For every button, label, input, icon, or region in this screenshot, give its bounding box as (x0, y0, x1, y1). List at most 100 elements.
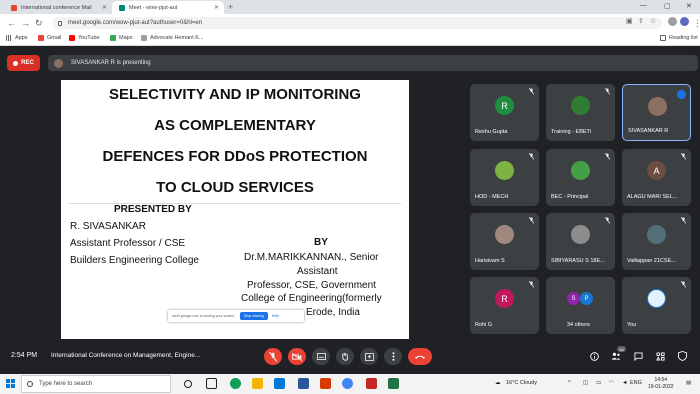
mic-off-icon (605, 88, 610, 95)
language-indicator[interactable]: ENG (630, 380, 642, 386)
author-role: Assistant Professor / CSE (70, 238, 186, 249)
presenting-text: SIVASANKAR R is presenting (71, 60, 151, 66)
participant-tile[interactable]: SIVASANKAR R (622, 84, 691, 141)
file-explorer-icon[interactable] (252, 378, 263, 389)
mic-off-icon (605, 153, 610, 160)
camera-toggle-button[interactable] (288, 348, 306, 365)
cortana-icon[interactable] (184, 380, 192, 388)
windows-start-icon[interactable] (6, 379, 15, 388)
close-icon[interactable]: ✕ (102, 4, 107, 11)
taskbar-search-input[interactable]: Type here to search (21, 375, 171, 393)
notifications-icon[interactable]: ▤ (686, 380, 691, 386)
others-tile[interactable]: S P 34 others (546, 277, 615, 334)
edge-icon[interactable] (230, 378, 241, 389)
mail-icon[interactable] (274, 378, 285, 389)
task-view-icon[interactable] (206, 378, 217, 389)
search-icon (27, 381, 33, 387)
chat-icon (633, 351, 643, 361)
avatar: R (495, 96, 514, 115)
slide-title-line: TO CLOUD SERVICES (156, 179, 314, 196)
word-icon[interactable] (298, 378, 309, 389)
office-icon[interactable] (320, 378, 331, 389)
stop-sharing-button[interactable]: Stop sharing (240, 312, 268, 320)
participant-tile[interactable]: BEC - Principal (546, 149, 615, 206)
taskbar-clock[interactable]: 14:54 19-01-2022 (648, 377, 674, 391)
bookmark-label: Advocate Hemant K... (150, 35, 204, 41)
weather-icon[interactable]: ☁ (495, 380, 501, 386)
raise-hand-button[interactable] (336, 348, 354, 365)
tab-meet[interactable]: Meet - wow-pjut-aut ✕ (112, 1, 224, 14)
captions-button[interactable] (312, 348, 330, 365)
self-tile[interactable]: You (622, 277, 691, 334)
avatar (495, 225, 514, 244)
youtube-icon (69, 35, 75, 41)
bookmark-youtube[interactable]: YouTube (69, 35, 100, 41)
bookmark-gmail[interactable]: Gmail (38, 35, 61, 41)
participant-tile[interactable]: HOD - MECH (470, 149, 539, 206)
bookmark-apps[interactable]: Apps (6, 35, 28, 41)
guide-line: Erode, India (306, 307, 360, 318)
more-options-button[interactable] (384, 348, 402, 365)
bookmark-label: Gmail (47, 35, 62, 41)
mic-toggle-button[interactable] (264, 348, 282, 365)
participant-tile[interactable]: R Rohi G (470, 277, 539, 334)
participant-name: Training - EBETi (551, 129, 591, 135)
back-button[interactable]: ← (7, 17, 16, 29)
participant-name: BEC - Principal (551, 194, 589, 200)
reload-button[interactable]: ↻ (35, 17, 43, 29)
share-icon[interactable]: ⇪ (638, 17, 644, 25)
slide-title-line: DEFENCES FOR DDoS PROTECTION (102, 148, 368, 165)
presented-by: PRESENTED BY (114, 204, 192, 215)
apps-grid-icon (6, 35, 12, 41)
participant-tile[interactable]: R Reshu Gupta (470, 84, 539, 141)
profile-avatar[interactable] (680, 17, 689, 26)
avatar (571, 96, 590, 115)
slide-title-line: SELECTIVITY AND IP MONITORING (109, 86, 361, 103)
extension-icon[interactable] (668, 17, 677, 26)
clock-date: 19-01-2022 (648, 384, 674, 390)
leave-call-button[interactable] (408, 348, 432, 365)
maximize-button[interactable]: ▢ (664, 2, 671, 10)
present-button[interactable] (360, 348, 378, 365)
hide-share-bar-button[interactable]: Hide (272, 314, 279, 318)
minimize-button[interactable]: — (640, 2, 647, 9)
participant-tile[interactable]: Training - EBETi (546, 84, 615, 141)
chrome-icon[interactable] (342, 378, 353, 389)
address-bar[interactable]: meet.google.com/wow-pjut-aut?authuser=0&… (52, 17, 662, 29)
recording-badge: REC (7, 55, 40, 71)
weather-text[interactable]: 16°C Cloudy (506, 380, 537, 386)
network-icon[interactable]: ◫ (583, 380, 588, 386)
wifi-icon[interactable]: ◠ (609, 380, 614, 386)
excel-icon[interactable] (388, 378, 399, 389)
bookmark-advocate[interactable]: Advocate Hemant K... (141, 35, 204, 41)
host-controls-button[interactable] (677, 351, 687, 361)
volume-icon[interactable]: ◄ (622, 380, 627, 386)
forward-button[interactable]: → (21, 17, 30, 29)
maps-icon (110, 35, 116, 41)
mcafee-icon[interactable] (366, 378, 377, 389)
participant-tile[interactable]: A ALAGU MARI SEL... (622, 149, 691, 206)
tray-expand-icon[interactable]: ^ (568, 380, 571, 386)
reading-list[interactable]: Reading list (660, 35, 698, 41)
menu-icon[interactable]: ⋮ (693, 17, 700, 29)
bookmark-label: YouTube (78, 35, 100, 41)
participant-tile[interactable]: Harisivam S (470, 213, 539, 270)
mic-off-icon (529, 281, 534, 288)
new-tab-button[interactable]: + (228, 2, 233, 12)
bookmark-maps[interactable]: Maps (110, 35, 132, 41)
participant-tile[interactable]: SIBIYARASU S 18E... (546, 213, 615, 270)
people-button[interactable] (611, 351, 621, 361)
author-name: R. SIVASANKAR (70, 221, 146, 232)
activities-button[interactable] (655, 351, 665, 361)
present-screen-icon (364, 352, 374, 361)
close-icon[interactable]: ✕ (214, 4, 219, 11)
camera-icon[interactable]: ▣ (626, 17, 633, 25)
participant-tile[interactable]: Valliappan 21CSE... (622, 213, 691, 270)
meeting-details-button[interactable] (589, 351, 599, 361)
tab-gmail[interactable]: International conference Mail ✕ (4, 1, 112, 14)
by-label: BY (314, 237, 328, 248)
chat-button[interactable] (633, 351, 643, 361)
star-icon[interactable]: ☆ (650, 17, 656, 25)
window-close-button[interactable]: ✕ (686, 2, 692, 10)
battery-icon[interactable]: ▭ (596, 380, 601, 386)
